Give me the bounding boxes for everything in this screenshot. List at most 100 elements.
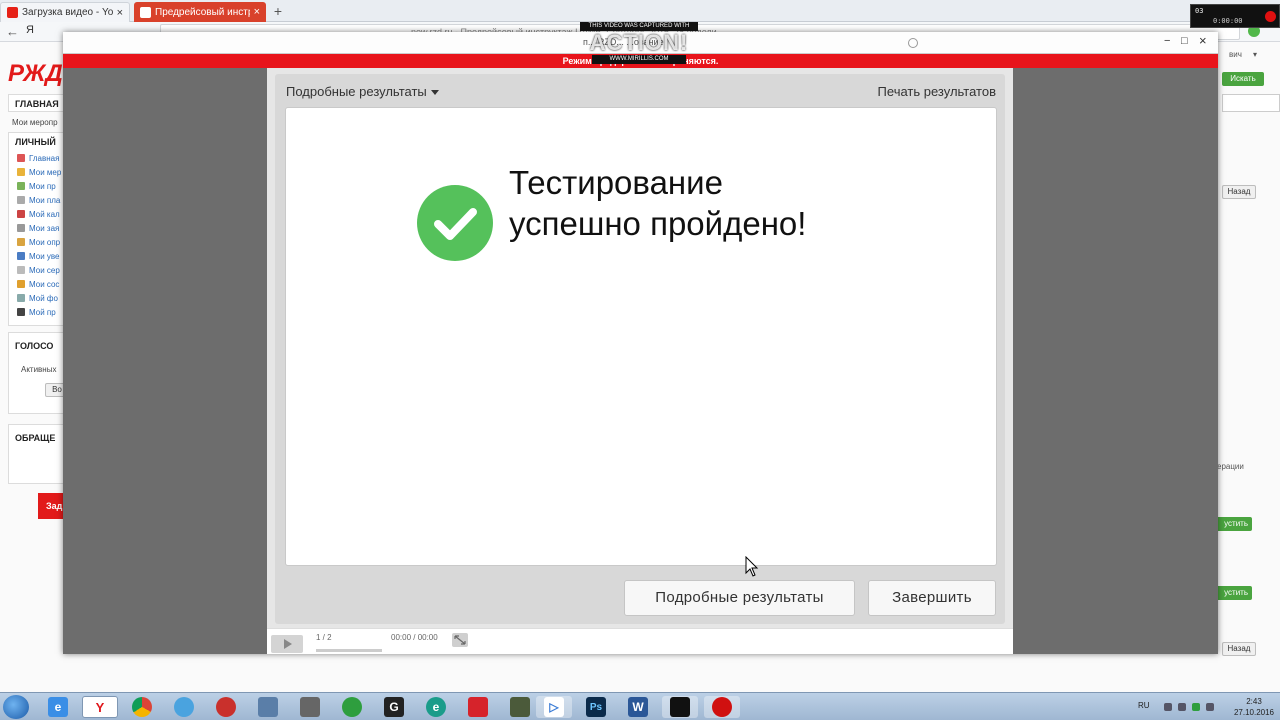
media-player-icon[interactable]: ▷ <box>536 696 572 718</box>
network-globe-icon[interactable] <box>166 696 202 718</box>
play-button[interactable] <box>271 635 303 653</box>
start-button[interactable] <box>3 695 29 719</box>
chrome-icon[interactable] <box>124 696 160 718</box>
personal-item[interactable]: Мои сер <box>9 263 67 277</box>
game-icon[interactable]: G <box>376 696 412 718</box>
clock-time: 2:43 <box>1246 697 1262 706</box>
gun-tool-icon[interactable] <box>292 696 328 718</box>
word-icon[interactable]: W <box>620 696 656 718</box>
personal-item[interactable]: Мой пр <box>9 305 67 319</box>
progress-bar[interactable] <box>316 649 382 652</box>
time-display: 00:00 / 00:00 <box>391 633 438 642</box>
windows-taskbar: e Y G e ▷ Ps W RU 2:43 27.10.2016 <box>0 692 1280 720</box>
rzd-logo[interactable]: РЖД <box>8 60 63 88</box>
record-icon[interactable] <box>704 696 740 718</box>
rzd-favicon-icon <box>140 6 151 18</box>
search-button[interactable]: Искать <box>1222 72 1264 86</box>
quiz-player: Подробные результаты Печать результатов … <box>267 68 1013 654</box>
maximize-button[interactable]: □ <box>1181 35 1188 47</box>
personal-item[interactable]: Мои уве <box>9 249 67 263</box>
calendar-icon <box>17 210 25 218</box>
tool-icon[interactable] <box>250 696 286 718</box>
action-watermark: THIS VIDEO WAS CAPTURED WITH ACTION! WWW… <box>580 22 698 66</box>
language-indicator[interactable]: RU <box>1138 701 1150 710</box>
back-button-top[interactable]: Назад <box>1222 185 1256 199</box>
chevron-down-icon[interactable]: ▾ <box>1253 50 1257 59</box>
caret-down-icon <box>430 90 439 96</box>
appeal-panel: ОБРАЩЕ <box>8 424 68 484</box>
events-icon <box>17 168 25 176</box>
clock[interactable]: 2:43 27.10.2016 <box>1230 696 1278 718</box>
recorder-time: 0:00:00 <box>1213 17 1243 25</box>
photoshop-icon[interactable]: Ps <box>578 696 614 718</box>
result-card: Тестирование успешно пройдено! <box>285 107 997 566</box>
personal-item[interactable]: Мои пла <box>9 193 67 207</box>
system-tray: RU 2:43 27.10.2016 <box>1130 693 1280 720</box>
back-button[interactable]: ← <box>6 24 19 39</box>
start-button-2[interactable]: устить <box>1215 586 1252 600</box>
flag-icon[interactable] <box>1164 703 1172 711</box>
certificates-icon <box>17 266 25 274</box>
personal-item[interactable]: Мой кал <box>9 207 67 221</box>
eset-icon[interactable]: e <box>418 696 454 718</box>
print-results-link[interactable]: Печать результатов <box>878 84 996 99</box>
right-column: вич ▾ Искать Назад ерации устить устить … <box>1215 42 1280 692</box>
mouse-cursor-icon <box>745 556 759 577</box>
browser-tabstrip: Загрузка видео - YouTube × Предрейсовый … <box>0 0 1280 22</box>
video-editor-icon[interactable] <box>662 696 698 718</box>
fullscreen-icon[interactable] <box>452 633 468 647</box>
success-check-icon <box>417 185 493 261</box>
personal-item[interactable]: Главная <box>9 151 67 165</box>
main-nav[interactable]: ГЛАВНАЯ <box>8 94 68 112</box>
close-window-button[interactable]: × <box>1199 33 1207 48</box>
antivirus-icon[interactable] <box>334 696 370 718</box>
requests-icon <box>17 224 25 232</box>
yandex-home-button[interactable]: Я <box>26 24 34 36</box>
home-icon <box>17 154 25 162</box>
battery-icon[interactable] <box>1206 703 1214 711</box>
huawei-icon[interactable] <box>460 696 496 718</box>
voting-active-text: Активных <box>21 365 57 374</box>
success-line-1: Тестирование <box>509 164 723 201</box>
appeal-button[interactable]: Зад <box>38 493 64 519</box>
volume-icon[interactable] <box>1178 703 1186 711</box>
voting-header: ГОЛОСО <box>15 341 54 351</box>
personal-item[interactable]: Мои зая <box>9 221 67 235</box>
personal-item[interactable]: Мои пр <box>9 179 67 193</box>
tab-youtube[interactable]: Загрузка видео - YouTube × <box>0 2 130 22</box>
youtube-icon <box>7 7 18 18</box>
my-events-link[interactable]: Мои меропр <box>8 116 68 129</box>
notifications-icon <box>17 252 25 260</box>
ie-taskbar-icon[interactable]: e <box>40 696 76 718</box>
ccleaner-icon[interactable] <box>208 696 244 718</box>
yandex-icon[interactable]: Y <box>82 696 118 718</box>
tanks-icon[interactable] <box>502 696 538 718</box>
new-tab-button[interactable]: + <box>270 2 286 20</box>
personal-panel: ЛИЧНЫЙ Главная Мои мер Мои пр Мои пла Мо… <box>8 132 68 326</box>
personal-item[interactable]: Мои сос <box>9 277 67 291</box>
search-input[interactable] <box>1222 94 1280 112</box>
close-tab-icon[interactable]: × <box>254 6 260 18</box>
personal-item[interactable]: Мои мер <box>9 165 67 179</box>
network-icon[interactable] <box>1192 703 1200 711</box>
programs-icon <box>17 182 25 190</box>
nav-main-label: ГЛАВНАЯ <box>15 99 59 109</box>
messages-icon <box>17 280 25 288</box>
tab-rzd[interactable]: Предрейсовый инструк × <box>134 2 266 22</box>
start-button-1[interactable]: устить <box>1215 517 1252 531</box>
detailed-results-dropdown[interactable]: Подробные результаты <box>286 84 439 99</box>
plans-icon <box>17 196 25 204</box>
back-button-bottom[interactable]: Назад <box>1222 642 1256 656</box>
personal-item[interactable]: Мои опр <box>9 235 67 249</box>
globe-icon <box>908 38 918 48</box>
profile-icon <box>17 308 25 316</box>
operations-text: ерации <box>1217 462 1244 471</box>
minimize-button[interactable]: − <box>1164 35 1170 47</box>
detailed-results-button[interactable]: Подробные результаты <box>624 580 855 616</box>
quiz-window: п... RZD... ...ование − □ × Режим предпр… <box>63 32 1218 654</box>
player-controls: 1 / 2 00:00 / 00:00 <box>267 628 1013 654</box>
personal-item[interactable]: Мой фо <box>9 291 67 305</box>
finish-button[interactable]: Завершить <box>868 580 996 616</box>
surveys-icon <box>17 238 25 246</box>
close-tab-icon[interactable]: × <box>117 7 123 19</box>
